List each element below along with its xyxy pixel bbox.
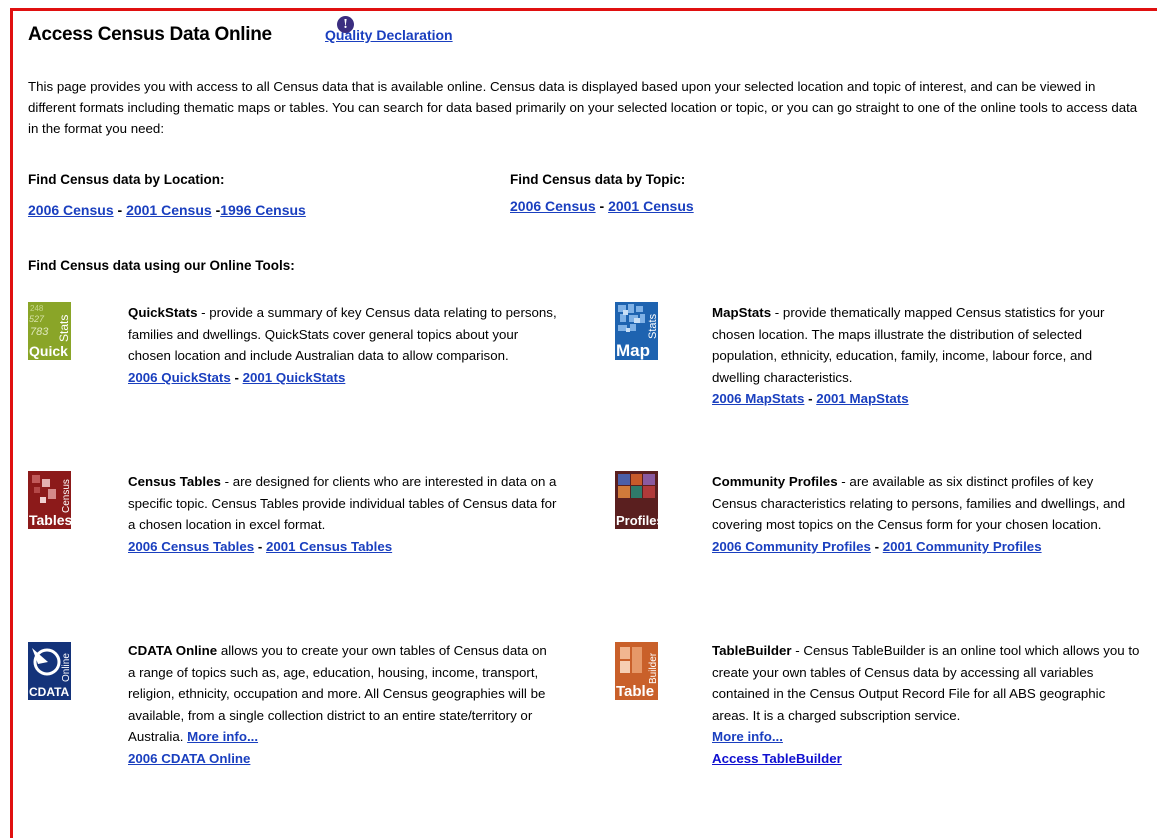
separator: -	[234, 369, 239, 385]
location-2006-census-link[interactable]: 2006 Census	[28, 202, 114, 218]
tablebuilder-logo-main: Table	[616, 683, 654, 700]
quickstats-logo-number: 248	[30, 304, 44, 313]
census-tables-logo-side: Census	[61, 479, 71, 513]
quickstats-logo-icon[interactable]: 248 527 783 Quick Stats	[28, 302, 71, 360]
community-profiles-description: Community Profiles - are available as si…	[712, 471, 1142, 557]
mapstats-description: MapStats - provide thematically mapped C…	[712, 302, 1142, 410]
location-1996-census-link[interactable]: 1996 Census	[220, 202, 306, 218]
cdata-2006-link[interactable]: 2006 CDATA Online	[128, 751, 250, 766]
separator: -	[599, 198, 605, 214]
topic-2006-census-link[interactable]: 2006 Census	[510, 198, 596, 214]
by-topic-heading: Find Census data by Topic:	[510, 172, 686, 187]
tools-heading: Find Census data using our Online Tools:	[28, 258, 295, 273]
tablebuilder-more-info-link[interactable]: More info...	[712, 729, 783, 744]
mapstats-logo-icon[interactable]: Map Stats	[615, 302, 658, 360]
mapstats-text: - provide thematically mapped Census sta…	[712, 305, 1105, 385]
mapstats-logo-side: Stats	[647, 313, 658, 339]
by-topic-links: 2006 Census - 2001 Census	[510, 198, 694, 214]
quickstats-description: QuickStats - provide a summary of key Ce…	[128, 302, 558, 388]
by-location-heading: Find Census data by Location:	[28, 172, 225, 187]
access-tablebuilder-link[interactable]: Access TableBuilder	[712, 751, 842, 766]
location-2001-census-link[interactable]: 2001 Census	[126, 202, 212, 218]
info-icon[interactable]: !	[337, 16, 354, 33]
cdata-logo-main: CDATA	[29, 685, 70, 699]
mapstats-logo-main: Map	[616, 341, 650, 360]
cdata-description: CDATA Online allows you to create your o…	[128, 640, 548, 770]
mapstats-2001-link[interactable]: 2001 MapStats	[816, 391, 908, 406]
community-profiles-logo-main: Profiles	[616, 513, 658, 528]
separator: -	[117, 202, 123, 218]
topic-2001-census-link[interactable]: 2001 Census	[608, 198, 694, 214]
community-profiles-name: Community Profiles	[712, 474, 838, 489]
separator: -	[257, 538, 263, 554]
separator: -	[808, 391, 813, 407]
page-title: Access Census Data Online	[28, 24, 272, 45]
community-profiles-2001-link[interactable]: 2001 Community Profiles	[883, 539, 1042, 554]
community-profiles-logo-icon[interactable]: Profiles	[615, 471, 658, 529]
cdata-logo-side: Online	[61, 653, 71, 682]
quickstats-logo-number: 527	[29, 314, 45, 324]
cdata-more-info-link[interactable]: More info...	[187, 729, 258, 744]
intro-paragraph: This page provides you with access to al…	[28, 79, 1138, 136]
census-tables-description: Census Tables - are designed for clients…	[128, 471, 558, 557]
quickstats-logo-side: Stats	[57, 315, 71, 342]
census-tables-logo-main: Tables	[29, 512, 71, 528]
tablebuilder-name: TableBuilder	[712, 643, 792, 658]
separator: -	[874, 538, 880, 554]
quickstats-name: QuickStats	[128, 305, 198, 320]
quickstats-2001-link[interactable]: 2001 QuickStats	[243, 370, 346, 385]
tablebuilder-description: TableBuilder - Census TableBuilder is an…	[712, 640, 1142, 770]
census-tables-2001-link[interactable]: 2001 Census Tables	[266, 539, 392, 554]
census-tables-name: Census Tables	[128, 474, 221, 489]
by-location-links: 2006 Census - 2001 Census -1996 Census	[28, 202, 306, 218]
census-tables-2006-link[interactable]: 2006 Census Tables	[128, 539, 254, 554]
quickstats-2006-link[interactable]: 2006 QuickStats	[128, 370, 231, 385]
mapstats-2006-link[interactable]: 2006 MapStats	[712, 391, 804, 406]
mapstats-name: MapStats	[712, 305, 772, 320]
quickstats-logo-number: 783	[30, 326, 49, 338]
quickstats-logo-main: Quick	[29, 343, 68, 359]
tablebuilder-logo-side: Builder	[648, 652, 658, 684]
census-tables-logo-icon[interactable]: Tables Census	[28, 471, 71, 529]
cdata-name: CDATA Online	[128, 643, 218, 658]
tablebuilder-logo-icon[interactable]: Table Builder	[615, 642, 658, 700]
community-profiles-2006-link[interactable]: 2006 Community Profiles	[712, 539, 871, 554]
cdata-online-logo-icon[interactable]: CDATA Online	[28, 642, 71, 700]
